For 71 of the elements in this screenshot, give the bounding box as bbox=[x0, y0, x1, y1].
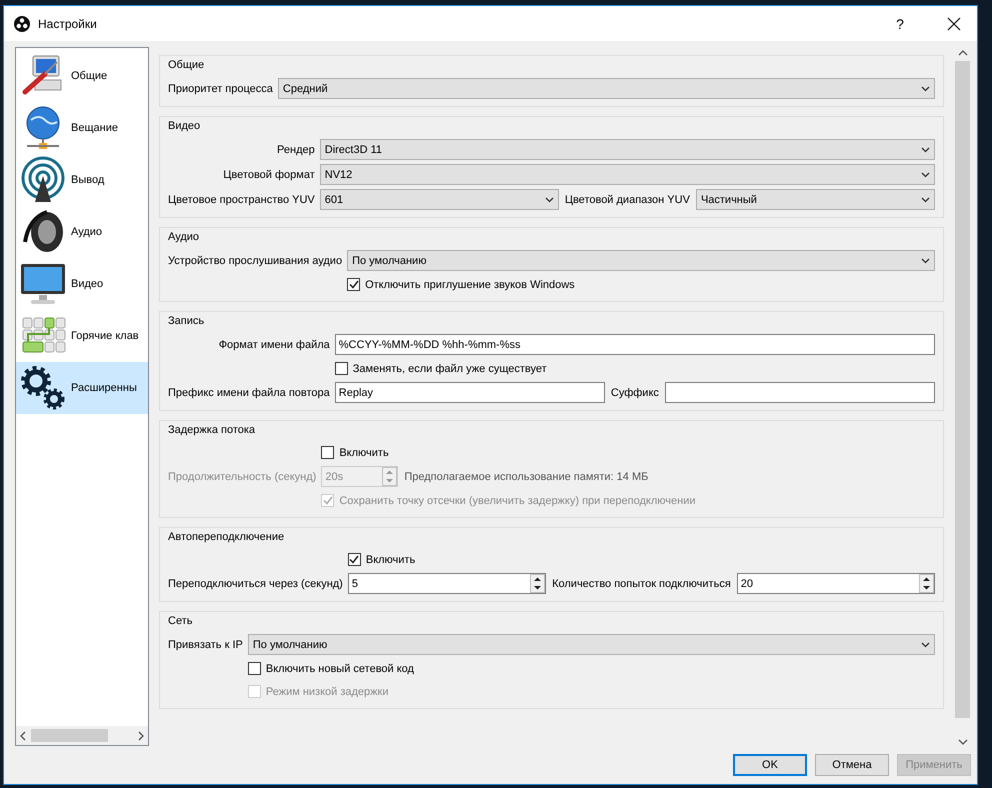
checkmark-icon bbox=[349, 555, 360, 564]
group-title: Автопереподключение bbox=[168, 531, 286, 544]
chevron-down-icon bbox=[921, 196, 930, 202]
field-label: Цветовой формат bbox=[223, 168, 315, 180]
dropdown[interactable]: Direct3D 11 bbox=[320, 139, 935, 160]
field-label: Продолжительность (секунд) bbox=[168, 470, 316, 482]
spin-field[interactable]: 5 bbox=[348, 573, 546, 594]
input-field[interactable]: Replay bbox=[334, 382, 605, 403]
group-title: Задержка потока bbox=[168, 424, 256, 437]
checkbox[interactable]: Заменять, если файл уже существует bbox=[334, 359, 547, 378]
chevron-down-icon bbox=[921, 146, 930, 152]
field-label: Рендер bbox=[277, 144, 315, 156]
checkbox[interactable]: Включить bbox=[321, 443, 389, 462]
spin-arrows-icon bbox=[919, 574, 934, 593]
dropdown[interactable]: Частичный bbox=[696, 189, 936, 210]
checkbox[interactable]: Включить новый сетевой код bbox=[248, 659, 414, 678]
field-label: Приоритет процесса bbox=[168, 82, 273, 94]
logo-icon bbox=[14, 16, 30, 32]
sidebar-item[interactable]: Общие bbox=[16, 50, 148, 102]
chevron-down-icon bbox=[958, 738, 968, 746]
checkbox[interactable]: Включить bbox=[348, 550, 416, 569]
field-label: Переподключиться через (секунд) bbox=[168, 578, 343, 590]
horizontal-scrollbar[interactable] bbox=[16, 726, 148, 745]
chevron-down-icon bbox=[544, 196, 554, 202]
group-title: Общие bbox=[168, 59, 206, 72]
chevron-up-icon bbox=[958, 49, 968, 57]
group-title: Запись bbox=[168, 315, 206, 328]
signal-icon bbox=[19, 156, 67, 204]
chevron-down-icon bbox=[921, 642, 930, 648]
field-label: Цветовое пространство YUV bbox=[168, 194, 315, 206]
memory-note: Предполагаемое использование памяти: 14 МБ bbox=[404, 470, 648, 482]
chevron-down-icon bbox=[921, 86, 930, 92]
group-title: Сеть bbox=[168, 615, 194, 628]
field-label: Префикс имени файла повтора bbox=[168, 386, 330, 398]
field-label: Цветовой диапазон YUV bbox=[564, 194, 690, 206]
dialog-button[interactable]: Отмена bbox=[815, 754, 889, 776]
dropdown[interactable]: 601 bbox=[320, 189, 559, 210]
field-label: Количество попыток подключиться bbox=[552, 578, 731, 590]
sidebar-item[interactable]: Аудио bbox=[16, 206, 148, 258]
dropdown[interactable]: Средний bbox=[278, 78, 935, 99]
checkmark-icon bbox=[322, 496, 333, 505]
input-field[interactable] bbox=[664, 382, 936, 403]
chevron-down-icon bbox=[921, 258, 930, 264]
sidebar-item[interactable]: Видео bbox=[16, 258, 148, 310]
sidebar-item[interactable]: Вывод bbox=[16, 154, 148, 206]
dropdown[interactable]: По умолчанию bbox=[248, 634, 935, 655]
chevron-down-icon bbox=[921, 172, 930, 178]
dropdown[interactable]: NV12 bbox=[320, 164, 935, 185]
input-field[interactable]: %CCYY-%MM-%DD %hh-%mm-%ss bbox=[334, 334, 935, 355]
sidebar-item[interactable]: Вещание bbox=[16, 102, 148, 154]
chevron-right-icon bbox=[137, 730, 145, 740]
field-label: Суффикс bbox=[610, 386, 659, 398]
field-label: Формат имени файла bbox=[218, 338, 330, 350]
dropdown[interactable]: По умолчанию bbox=[347, 250, 935, 271]
close-icon bbox=[947, 16, 961, 30]
sidebar-item[interactable]: Расширенны bbox=[16, 362, 148, 414]
help-button[interactable]: ? bbox=[877, 16, 923, 32]
dialog-button[interactable]: OK bbox=[733, 754, 807, 776]
checkmark-icon bbox=[348, 280, 359, 289]
field-label: Устройство прослушивания аудио bbox=[168, 254, 342, 266]
gears-icon bbox=[19, 364, 67, 412]
sidebar-item[interactable]: Горячие клав bbox=[16, 310, 148, 362]
window-title: Настройки bbox=[38, 16, 98, 30]
field-label: Привязать к IP bbox=[168, 638, 243, 650]
chevron-left-icon bbox=[19, 730, 27, 740]
spin-arrows-icon bbox=[530, 574, 546, 593]
group-title: Видео bbox=[168, 120, 202, 133]
spin-field[interactable]: 20 bbox=[736, 573, 936, 594]
spin-arrows-icon bbox=[382, 467, 398, 486]
group-title: Аудио bbox=[168, 231, 200, 244]
checkbox[interactable]: Отключить приглушение звуков Windows bbox=[347, 275, 575, 294]
